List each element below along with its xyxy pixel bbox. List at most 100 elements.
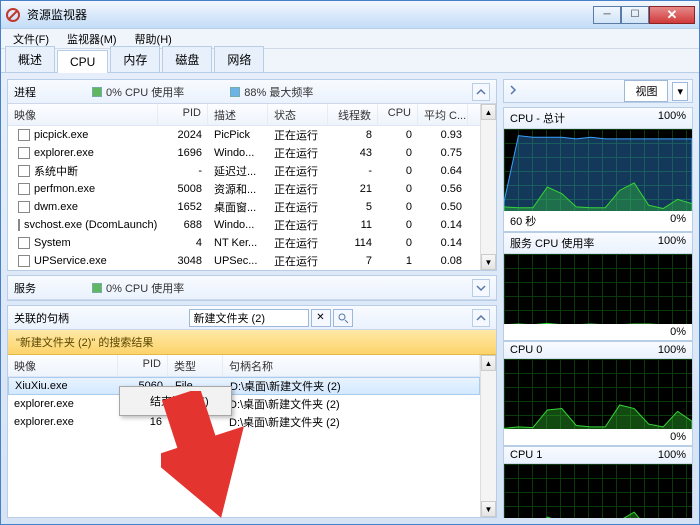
graph-title: CPU - 总计: [510, 110, 565, 126]
services-cpu-label: 0% CPU 使用率: [106, 280, 184, 296]
tab-cpu[interactable]: CPU: [57, 50, 108, 73]
handle-row[interactable]: explorer.exe16FileD:\桌面\新建文件夹 (2): [8, 395, 480, 413]
services-title: 服务: [14, 280, 36, 296]
search-go-button[interactable]: [333, 309, 353, 327]
col-image[interactable]: 映像: [8, 104, 158, 125]
resource-monitor-window: 资源监视器 ─ ☐ ✕ 文件(F) 监视器(M) 帮助(H) 概述 CPU 内存…: [0, 0, 700, 525]
graph-footer-right: 0%: [670, 213, 686, 229]
hcol-image[interactable]: 映像: [8, 355, 118, 376]
col-status[interactable]: 状态: [268, 104, 328, 125]
processes-title: 进程: [14, 84, 36, 100]
search-icon: [337, 312, 349, 324]
cpu-usage-label: 0% CPU 使用率: [106, 84, 184, 100]
search-clear-button[interactable]: ✕: [311, 309, 331, 327]
handles-header[interactable]: 关联的句柄 ✕: [8, 306, 496, 330]
max-freq-swatch: [230, 87, 240, 97]
col-desc[interactable]: 描述: [208, 104, 268, 125]
processes-header[interactable]: 进程 0% CPU 使用率 88% 最大频率: [8, 80, 496, 104]
menubar: 文件(F) 监视器(M) 帮助(H): [1, 29, 699, 49]
handles-columns: 映像 PID 类型 句柄名称: [8, 355, 480, 377]
hcol-pid[interactable]: PID: [118, 355, 168, 376]
app-icon: [5, 7, 21, 23]
services-header[interactable]: 服务 0% CPU 使用率: [8, 276, 496, 300]
scroll-down-icon[interactable]: ▼: [481, 254, 496, 270]
right-header: 视图 ▾: [503, 79, 693, 103]
process-checkbox[interactable]: [18, 165, 30, 177]
handle-row[interactable]: XiuXiu.exe5060FileD:\桌面\新建文件夹 (2): [8, 377, 480, 395]
col-avg[interactable]: 平均 C...: [418, 104, 468, 125]
graph-title: CPU 1: [510, 449, 542, 461]
scroll-down-icon[interactable]: ▼: [481, 501, 496, 517]
handles-collapse-icon[interactable]: [472, 309, 490, 327]
context-menu: 结束进程(E): [119, 386, 232, 416]
process-checkbox[interactable]: [18, 129, 30, 141]
tab-overview[interactable]: 概述: [5, 46, 55, 72]
graph-0: CPU - 总计 100% 60 秒 0%: [503, 107, 693, 232]
cpu-usage-swatch: [92, 87, 102, 97]
collapse-icon[interactable]: [472, 83, 490, 101]
handle-row[interactable]: explorer.exe16FileD:\桌面\新建文件夹 (2): [8, 413, 480, 431]
graph-pct: 100%: [658, 110, 686, 126]
process-checkbox[interactable]: [18, 183, 30, 195]
graph-2: CPU 0 100% 0%: [503, 341, 693, 446]
view-button[interactable]: 视图: [624, 80, 668, 102]
handles-title: 关联的句柄: [14, 310, 69, 326]
hcol-type[interactable]: 类型: [168, 355, 223, 376]
right-collapse-icon[interactable]: [508, 85, 518, 98]
scroll-up-icon[interactable]: ▲: [481, 355, 496, 371]
titlebar[interactable]: 资源监视器 ─ ☐ ✕: [1, 1, 699, 29]
graph-pct: 100%: [658, 344, 686, 356]
processes-columns: 映像 PID 描述 状态 线程数 CPU 平均 C...: [8, 104, 480, 126]
process-row[interactable]: perfmon.exe5008资源和...正在运行2100.56: [8, 180, 480, 198]
process-row[interactable]: picpick.exe2024PicPick正在运行800.93: [8, 126, 480, 144]
scroll-up-icon[interactable]: ▲: [481, 104, 496, 120]
graphs-container: CPU - 总计 100% 60 秒 0% 服务 CPU 使用率 100% 0% CPU 0 1…: [503, 107, 693, 518]
col-cpu[interactable]: CPU: [378, 104, 418, 125]
tab-disk[interactable]: 磁盘: [162, 46, 212, 72]
processes-panel: 进程 0% CPU 使用率 88% 最大频率 映像 PID 描述: [7, 79, 497, 271]
process-row[interactable]: explorer.exe1696Windo...正在运行4300.75: [8, 144, 480, 162]
handles-scrollbar[interactable]: ▲ ▼: [480, 355, 496, 517]
window-title: 资源监视器: [27, 6, 593, 23]
handles-grid[interactable]: XiuXiu.exe5060FileD:\桌面\新建文件夹 (2)explore…: [8, 377, 480, 517]
processes-scrollbar[interactable]: ▲ ▼: [480, 104, 496, 270]
graph-3: CPU 1 100%: [503, 446, 693, 518]
process-checkbox[interactable]: [18, 201, 30, 213]
graph-1: 服务 CPU 使用率 100% 0%: [503, 232, 693, 341]
graph-footer-right: 0%: [670, 326, 686, 338]
expand-icon[interactable]: [472, 279, 490, 297]
handles-panel: 关联的句柄 ✕ "新建文件夹 (2)" 的搜索结果: [7, 305, 497, 518]
view-dropdown-button[interactable]: ▾: [672, 82, 688, 101]
max-freq-label: 88% 最大频率: [244, 84, 313, 100]
processes-grid[interactable]: picpick.exe2024PicPick正在运行800.93explorer…: [8, 126, 480, 270]
process-row[interactable]: UPService.exe3048UPSec...正在运行710.08: [8, 252, 480, 270]
process-row[interactable]: svchost.exe (DcomLaunch)688Windo...正在运行1…: [8, 216, 480, 234]
graph-title: CPU 0: [510, 344, 542, 356]
tab-memory[interactable]: 内存: [110, 46, 160, 72]
tab-network[interactable]: 网络: [214, 46, 264, 72]
menu-end-process[interactable]: 结束进程(E): [122, 389, 229, 413]
services-panel: 服务 0% CPU 使用率: [7, 275, 497, 301]
tabstrip: 概述 CPU 内存 磁盘 网络: [1, 49, 699, 73]
close-button[interactable]: ✕: [649, 6, 695, 24]
hcol-name[interactable]: 句柄名称: [223, 355, 480, 376]
services-cpu-swatch: [92, 283, 102, 293]
graph-footer-left: 60 秒: [510, 213, 536, 229]
search-result-banner: "新建文件夹 (2)" 的搜索结果: [8, 330, 496, 355]
graph-pct: 100%: [658, 449, 686, 461]
process-checkbox[interactable]: [18, 255, 30, 267]
graph-pct: 100%: [658, 235, 686, 251]
process-checkbox[interactable]: [18, 219, 20, 231]
minimize-button[interactable]: ─: [593, 6, 621, 24]
col-pid[interactable]: PID: [158, 104, 208, 125]
process-checkbox[interactable]: [18, 147, 30, 159]
process-row[interactable]: dwm.exe1652桌面窗...正在运行500.50: [8, 198, 480, 216]
col-threads[interactable]: 线程数: [328, 104, 378, 125]
maximize-button[interactable]: ☐: [621, 6, 649, 24]
process-checkbox[interactable]: [18, 237, 30, 249]
process-row[interactable]: System4NT Ker...正在运行11400.14: [8, 234, 480, 252]
graph-title: 服务 CPU 使用率: [510, 235, 594, 251]
graph-footer-right: 0%: [670, 431, 686, 443]
process-row[interactable]: 系统中断-延迟过...正在运行-00.64: [8, 162, 480, 180]
handles-search-input[interactable]: [189, 309, 309, 327]
